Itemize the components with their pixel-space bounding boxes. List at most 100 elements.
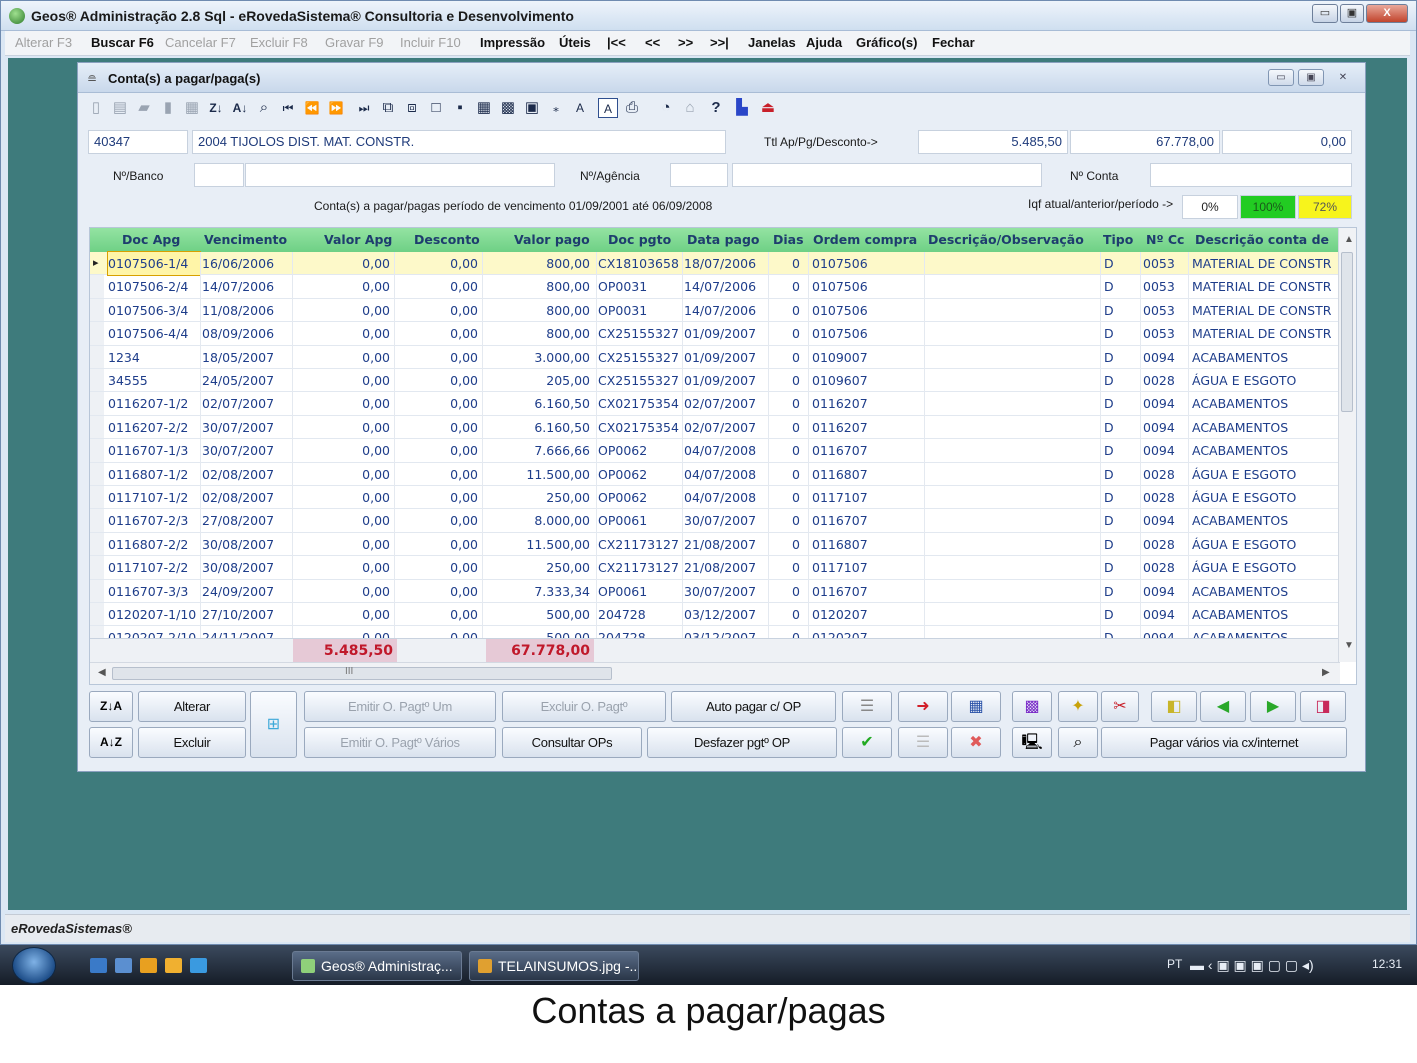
open-folder-icon[interactable]: ▰ <box>134 98 154 118</box>
exit-icon[interactable]: ⏏ <box>758 98 778 118</box>
last-page-icon-button[interactable]: ◨ <box>1300 691 1346 722</box>
palette-icon-button[interactable]: ▩ <box>1012 691 1052 722</box>
clipboard-icon[interactable]: ▣ <box>522 98 542 118</box>
cancel-list-icon-button[interactable]: ✖ <box>951 727 1001 758</box>
sort-za-icon[interactable]: Z↓ <box>206 98 226 118</box>
menu-fechar[interactable]: Fechar <box>932 35 975 50</box>
table-row[interactable]: 34555 24/05/2007 0,00 0,00 205,00 CX25155327 0… <box>90 369 1340 393</box>
table-row[interactable]: 0117107-1/2 02/08/2007 0,00 0,00 250,00 OP006… <box>90 486 1340 510</box>
scroll-up-icon[interactable]: ▲ <box>1344 234 1354 245</box>
menu-incluir[interactable]: Incluir F10 <box>400 35 461 50</box>
sort-az-icon[interactable]: A↓ <box>230 98 250 118</box>
table-row[interactable]: 0116207-2/2 30/07/2007 0,00 0,00 6.160,50 CX0… <box>90 416 1340 440</box>
menu-ajuda[interactable]: Ajuda <box>806 35 842 50</box>
menu-alterar[interactable]: Alterar F3 <box>15 35 72 50</box>
col-vencimento[interactable]: Vencimento <box>204 228 287 252</box>
consultar-ops-button[interactable]: Consultar OPs <box>502 727 642 758</box>
computer-icon-button[interactable]: 🖳 <box>1012 727 1052 758</box>
horizontal-scroll-thumb[interactable]: III <box>112 666 612 680</box>
sort-desc-button[interactable]: Z↓A <box>89 691 133 722</box>
close-button[interactable]: X <box>1366 4 1408 23</box>
new-doc-icon[interactable]: ▯ <box>86 98 106 118</box>
table-row[interactable]: 0116707-2/3 27/08/2007 0,00 0,00 8.000,00 OP0… <box>90 509 1340 533</box>
show-desktop-icon[interactable] <box>90 958 107 973</box>
child-maximize-button[interactable]: ▣ <box>1298 69 1324 86</box>
vertical-scroll-thumb[interactable] <box>1341 252 1353 412</box>
help-icon[interactable]: ? <box>706 98 726 118</box>
next-page-icon-button[interactable]: ▶ <box>1250 691 1296 722</box>
grid-icon[interactable]: ▦ <box>182 98 202 118</box>
disabled-list-icon-button[interactable]: ☰ <box>898 727 948 758</box>
emitir-um-button[interactable]: Emitir O. Pagtº Um <box>304 691 496 722</box>
table-row[interactable]: 0116707-3/3 24/09/2007 0,00 0,00 7.333,34 OP0… <box>90 580 1340 603</box>
clock[interactable]: 12:31 <box>1372 957 1402 971</box>
menu-first[interactable]: |<< <box>607 35 626 50</box>
child-close-button[interactable]: ✕ <box>1330 69 1356 86</box>
transfer-icon-button[interactable]: ➜ <box>898 691 948 722</box>
table-row[interactable]: 0116807-1/2 02/08/2007 0,00 0,00 11.500,00 OP… <box>90 463 1340 486</box>
col-data-pago[interactable]: Data pago <box>687 228 760 252</box>
pagar-varios-button[interactable]: Pagar vários via cx/internet <box>1101 727 1347 758</box>
calc-icon[interactable]: ▩ <box>498 98 518 118</box>
supplier-code-field[interactable]: 40347 <box>88 130 188 154</box>
language-indicator[interactable]: PT <box>1167 957 1182 971</box>
col-doc-apg[interactable]: Doc Apg <box>122 228 180 252</box>
col-tipo[interactable]: Tipo <box>1103 228 1133 252</box>
tools-icon-button[interactable]: ✂ <box>1101 691 1139 722</box>
col-doc-pgto[interactable]: Doc pgto <box>608 228 671 252</box>
col-descricao-obs[interactable]: Descrição/Observação <box>928 228 1084 252</box>
table-row[interactable]: 0116707-1/3 30/07/2007 0,00 0,00 7.666,66 OP0… <box>90 439 1340 463</box>
clock-icon[interactable]: ◔ <box>656 98 676 118</box>
list-icon-button[interactable]: ☰ <box>842 691 892 722</box>
printer-icon[interactable]: ⎙ <box>622 98 642 118</box>
copy-doc-icon[interactable]: ▤ <box>110 98 130 118</box>
last-record-icon[interactable]: ⏭ <box>354 98 374 118</box>
firefox-icon[interactable] <box>165 958 182 973</box>
minimize-button[interactable]: ▭ <box>1312 4 1338 23</box>
prev-page-icon-button[interactable]: ◀ <box>1200 691 1246 722</box>
menu-uteis[interactable]: Úteis <box>559 35 591 50</box>
menu-buscar[interactable]: Buscar F6 <box>91 35 154 50</box>
excluir-button[interactable]: Excluir <box>138 727 246 758</box>
emitir-varios-button[interactable]: Emitir O. Pagtº Vários <box>304 727 496 758</box>
trash-icon[interactable]: ▮ <box>158 98 178 118</box>
copy-windows-icon[interactable]: ⧈ <box>402 98 422 118</box>
horizontal-scrollbar[interactable]: ◀ III ▶ <box>90 662 1340 684</box>
desfazer-button[interactable]: Desfazer pgtº OP <box>647 727 837 758</box>
calculator-icon-button[interactable]: ▦ <box>951 691 1001 722</box>
agencia-name-field[interactable] <box>732 163 1042 187</box>
ie-icon[interactable] <box>190 958 207 973</box>
child-minimize-button[interactable]: ▭ <box>1268 69 1294 86</box>
sort-asc-button[interactable]: A↓Z <box>89 727 133 758</box>
magnifier-icon-button[interactable]: ⌕ <box>1058 727 1098 758</box>
lock-icon[interactable]: ⌂ <box>680 98 700 118</box>
alterar-button[interactable]: Alterar <box>138 691 246 722</box>
banco-name-field[interactable] <box>245 163 555 187</box>
vertical-scrollbar[interactable]: ▲ ▼ <box>1338 228 1356 662</box>
excluir-pagt-button[interactable]: Excluir O. Pagtº <box>502 691 666 722</box>
check-list-icon-button[interactable]: ✔ <box>842 727 892 758</box>
menu-gravar[interactable]: Gravar F9 <box>325 35 384 50</box>
table-row[interactable]: 0117107-2/2 30/08/2007 0,00 0,00 250,00 CX211… <box>90 556 1340 580</box>
col-valor-pago[interactable]: Valor pago <box>514 228 590 252</box>
prev-record-icon[interactable]: ⏪ <box>302 98 322 118</box>
menu-cancelar[interactable]: Cancelar F7 <box>165 35 236 50</box>
table-row[interactable]: 0120207-1/10 27/10/2007 0,00 0,00 500,00 2047… <box>90 603 1340 627</box>
conta-field[interactable] <box>1150 163 1352 187</box>
next-record-icon[interactable]: ⏩ <box>326 98 346 118</box>
menu-excluir[interactable]: Excluir F8 <box>250 35 308 50</box>
table-row[interactable]: 0107506-3/4 11/08/2006 0,00 0,00 800,00 OP003… <box>90 299 1340 323</box>
agencia-number-field[interactable] <box>670 163 728 187</box>
col-desconto[interactable]: Desconto <box>414 228 480 252</box>
lamp-icon-button[interactable]: ✦ <box>1058 691 1098 722</box>
table-row[interactable]: 0107506-4/4 08/09/2006 0,00 0,00 800,00 CX251… <box>90 322 1340 346</box>
menu-impressao[interactable]: Impressão <box>480 35 545 50</box>
col-descricao-conta[interactable]: Descrição conta de <box>1195 228 1340 252</box>
col-dias[interactable]: Dias <box>773 228 804 252</box>
table-icon[interactable]: ▦ <box>474 98 494 118</box>
table-row[interactable]: 1234 18/05/2007 0,00 0,00 3.000,00 CX25155327… <box>90 346 1340 369</box>
search-icon[interactable]: ⌕ <box>254 98 274 118</box>
task-telainsumos[interactable]: TELAINSUMOS.jpg -... <box>469 951 639 981</box>
col-valor-apg[interactable]: Valor Apg <box>324 228 392 252</box>
tiles-icon[interactable]: ▪ <box>450 98 470 118</box>
